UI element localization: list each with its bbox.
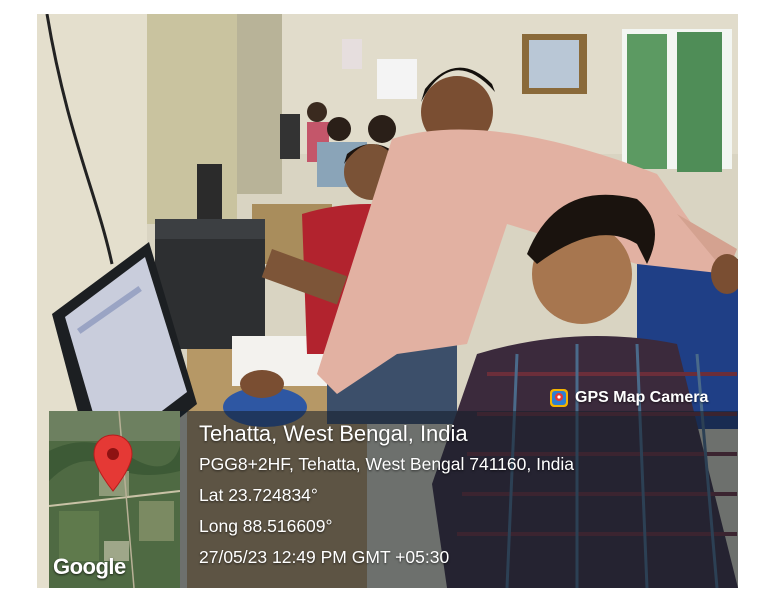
longitude: Long 88.516609° <box>199 516 333 536</box>
map-pin-icon <box>93 434 133 492</box>
photo-frame: GPS Map Camera Google Tehatta, West Beng… <box>37 14 738 588</box>
mini-map: Google <box>49 411 180 588</box>
timestamp: 27/05/23 12:49 PM GMT +05:30 <box>199 547 450 567</box>
latitude: Lat 23.724834° <box>199 485 318 505</box>
gps-map-camera-badge: GPS Map Camera <box>549 384 708 412</box>
address: PGG8+2HF, Tehatta, West Bengal 741160, I… <box>199 454 575 474</box>
badge-label: GPS Map Camera <box>575 389 709 406</box>
gps-camera-icon <box>550 389 568 407</box>
place-name: Tehatta, West Bengal, India <box>199 421 468 446</box>
location-info: Tehatta, West Bengal, India PGG8+2HF, Te… <box>199 419 574 573</box>
google-watermark: Google <box>53 554 126 579</box>
